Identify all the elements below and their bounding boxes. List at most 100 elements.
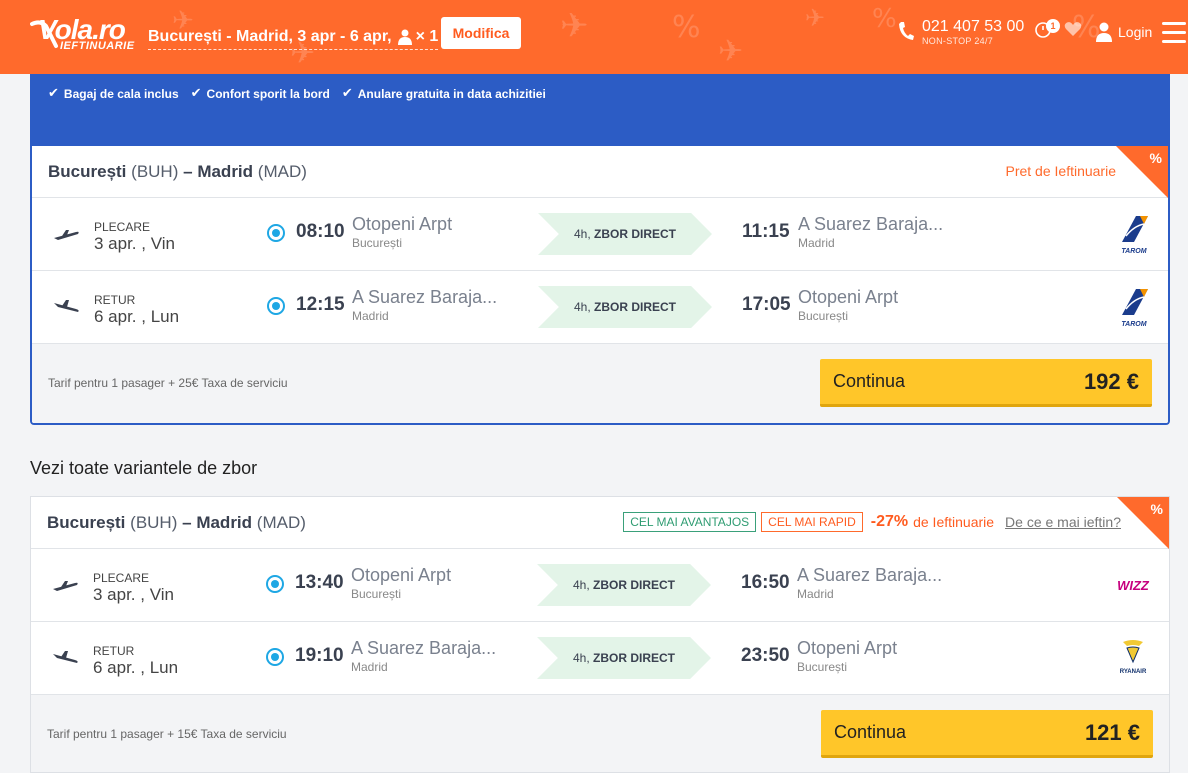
search-summary[interactable]: București - Madrid, 3 apr - 6 apr, × 1 bbox=[148, 24, 439, 50]
route-dash: – bbox=[182, 512, 192, 532]
flight-leg-return[interactable]: RETUR 6 apr. , Lun 12:15 A Suarez Baraja… bbox=[32, 271, 1168, 344]
svg-text:TAROM: TAROM bbox=[1121, 248, 1146, 255]
offer-labels: CEL MAI AVANTAJOS CEL MAI RAPID -27% de … bbox=[623, 512, 1121, 532]
flight-leg-return[interactable]: RETUR 6 apr. , Lun 19:10 A Suarez Baraja… bbox=[31, 622, 1169, 695]
offer-route-header: București (BUH) – Madrid (MAD) CEL MAI A… bbox=[31, 497, 1169, 549]
continue-button[interactable]: Continua 121 € bbox=[821, 710, 1153, 758]
discount-text: de Ieftinuarie bbox=[913, 514, 995, 530]
arrival-plane-icon bbox=[54, 300, 79, 312]
login-link[interactable]: Login bbox=[1096, 22, 1152, 42]
heart-icon[interactable] bbox=[1064, 21, 1082, 37]
plane-icon-bg: ✈ bbox=[560, 6, 589, 46]
tag-icon-bg: ✈ bbox=[805, 4, 826, 32]
leg-date: 3 apr. , Vin bbox=[94, 234, 175, 253]
flight-offer-card[interactable]: București (BUH) – Madrid (MAD) Pret de I… bbox=[30, 146, 1170, 425]
arrival-time: 11:15 bbox=[742, 221, 790, 242]
notification-badge: 1 bbox=[1046, 19, 1060, 33]
phone-icon bbox=[899, 22, 914, 40]
hamburger-menu-icon[interactable] bbox=[1162, 22, 1186, 44]
flight-duration: 4h, ZBOR DIRECT bbox=[538, 213, 712, 255]
perks-list: ✔ Bagaj de cala inclus ✔ Confort sporit la… bbox=[48, 86, 546, 101]
departure-city: Madrid bbox=[351, 660, 388, 674]
arrival-time: 23:50 bbox=[741, 645, 790, 666]
departure-airport: A Suarez Baraja... bbox=[352, 287, 498, 307]
continue-label: Continua bbox=[834, 722, 907, 742]
check-icon: ✔ bbox=[48, 86, 59, 101]
vola-logo[interactable]: Vola.ro IEFTINUARIE bbox=[30, 12, 142, 56]
route-summary: București - Madrid, 3 apr - 6 apr, bbox=[148, 27, 392, 45]
leg-radio-selected[interactable] bbox=[267, 297, 285, 315]
top-header: ✈ ✈ ✈ % ✈ ✈ % % Vola.ro IEFTINUARIE Bucu… bbox=[0, 0, 1188, 74]
leg-direction: RETUR bbox=[94, 293, 136, 307]
arrival-airport: Otopeni Arpt bbox=[797, 638, 898, 658]
departure-time: 19:10 bbox=[295, 645, 344, 666]
perk-item: ✔ Bagaj de cala inclus bbox=[48, 86, 179, 101]
perk-item: ✔ Anulare gratuita in data achizitiei bbox=[341, 86, 546, 101]
logo-tagline: IEFTINUARIE bbox=[60, 40, 135, 52]
departure-airport: Otopeni Arpt bbox=[352, 214, 453, 234]
percent-icon-bg: % bbox=[872, 4, 897, 34]
flight-duration: 4h, ZBOR DIRECT bbox=[537, 637, 711, 679]
offer-footer: Tarif pentru 1 pasager + 15€ Taxa de ser… bbox=[31, 695, 1169, 772]
offer-price: 192 € bbox=[1083, 368, 1139, 394]
fastest-badge: CEL MAI RAPID bbox=[761, 512, 863, 532]
percent-icon: % bbox=[1149, 150, 1162, 166]
offer-price: 121 € bbox=[1084, 719, 1140, 745]
leg-direction: PLECARE bbox=[93, 571, 150, 585]
origin-code: (BUH) bbox=[131, 161, 179, 181]
arrival-airport: A Suarez Baraja... bbox=[798, 214, 944, 234]
arrival-airport: A Suarez Baraja... bbox=[797, 565, 943, 585]
phone-contact[interactable]: 021 407 53 00 NON-STOP 24/7 bbox=[898, 18, 1024, 46]
destination-city: Madrid bbox=[197, 161, 254, 181]
continue-button[interactable]: Continua 192 € bbox=[820, 359, 1152, 407]
modify-button[interactable]: Modifica bbox=[441, 17, 521, 49]
section-title: Vezi toate variantele de zbor bbox=[30, 458, 258, 478]
flight-duration: 4h, ZBOR DIRECT bbox=[538, 286, 712, 328]
arrival-city: Madrid bbox=[797, 587, 834, 601]
leg-radio-selected[interactable] bbox=[267, 224, 285, 242]
percent-icon: % bbox=[1150, 501, 1163, 517]
percent-icon-bg: % bbox=[672, 10, 701, 45]
wizz-logo-icon: WIZZ bbox=[1117, 578, 1150, 593]
person-icon bbox=[397, 29, 412, 45]
arrival-city: București bbox=[798, 309, 849, 323]
check-icon: ✔ bbox=[190, 86, 202, 101]
flight-leg-outbound[interactable]: PLECARE 3 apr. , Vin 13:40 Otopeni Arpt … bbox=[31, 549, 1169, 622]
destination-city: Madrid bbox=[196, 512, 253, 532]
departure-city: București bbox=[352, 236, 403, 250]
perk-item: ✔ Confort sporit la bord bbox=[190, 86, 330, 101]
svg-text:WIZZ: WIZZ bbox=[1117, 578, 1150, 593]
leg-direction: PLECARE bbox=[94, 220, 151, 234]
departure-plane-icon bbox=[53, 581, 78, 591]
promo-band: ✔ Bagaj de cala inclus ✔ Confort sporit la… bbox=[30, 74, 1170, 154]
origin-code: (BUH) bbox=[130, 512, 178, 532]
arrival-plane-icon bbox=[53, 651, 78, 663]
offer-footer: Tarif pentru 1 pasager + 25€ Taxa de ser… bbox=[32, 344, 1168, 423]
svg-text:TAROM: TAROM bbox=[1121, 321, 1146, 328]
tarom-logo-icon: TAROM bbox=[1121, 289, 1148, 328]
arrival-time: 17:05 bbox=[742, 294, 791, 315]
leg-radio-selected[interactable] bbox=[266, 575, 284, 593]
route-dash: – bbox=[183, 161, 193, 181]
flight-offer-card[interactable]: București (BUH) – Madrid (MAD) CEL MAI A… bbox=[30, 496, 1170, 773]
ryanair-logo-icon: RYANAIR bbox=[1120, 640, 1147, 675]
departure-airport: Otopeni Arpt bbox=[351, 565, 452, 585]
login-label: Login bbox=[1118, 24, 1153, 40]
tarom-logo-icon: TAROM bbox=[1121, 216, 1148, 255]
departure-time: 13:40 bbox=[295, 572, 344, 593]
why-cheaper-link[interactable]: De ce e mai ieftin? bbox=[1005, 514, 1121, 530]
phone-availability: NON-STOP 24/7 bbox=[922, 36, 994, 46]
passenger-summary: × 1 bbox=[397, 28, 438, 46]
departure-airport: A Suarez Baraja... bbox=[351, 638, 497, 658]
plane-icon-bg: ✈ bbox=[718, 34, 744, 69]
phone-number: 021 407 53 00 bbox=[922, 18, 1025, 35]
promo-label: Pret de Ieftinuarie bbox=[1005, 163, 1116, 179]
discount-value: -27% bbox=[870, 513, 909, 530]
leg-date: 6 apr. , Lun bbox=[93, 658, 179, 677]
flight-leg-outbound[interactable]: PLECARE 3 apr. , Vin 08:10 Otopeni Arpt … bbox=[32, 198, 1168, 271]
best-value-badge: CEL MAI AVANTAJOS bbox=[623, 512, 757, 532]
departure-city: Madrid bbox=[352, 309, 389, 323]
departure-plane-icon bbox=[54, 230, 79, 240]
leg-direction: RETUR bbox=[93, 644, 135, 658]
leg-radio-selected[interactable] bbox=[266, 648, 284, 666]
